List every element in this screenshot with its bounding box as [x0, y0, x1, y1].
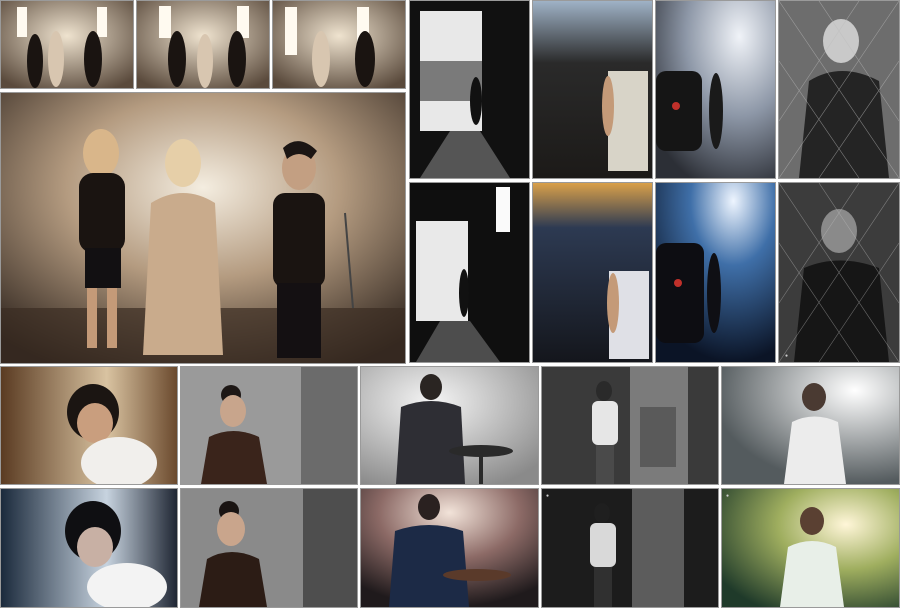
photo-portrait-ruffle-2-image	[1, 489, 177, 607]
photo-watermark: ●	[546, 493, 550, 499]
photo-street-bun-2-image	[181, 489, 357, 607]
photo-rooftop-2[interactable]	[532, 182, 653, 363]
photo-car-light-1-image	[656, 1, 775, 178]
photo-water-1-image	[722, 367, 899, 484]
photo-water-2[interactable]: ●	[721, 488, 900, 608]
photo-ruins-1-image	[542, 367, 718, 484]
photo-trio-2[interactable]	[136, 0, 270, 89]
photo-net-2-image	[779, 183, 899, 362]
photo-trio-large-image	[1, 93, 405, 363]
photo-street-bun-1[interactable]	[180, 366, 358, 485]
photo-doorway-2-image	[410, 183, 529, 362]
photo-ruins-1[interactable]	[541, 366, 719, 485]
photo-net-2[interactable]: ●	[778, 182, 900, 363]
photo-cafe-2-image	[361, 489, 538, 607]
photo-rooftop-1-image	[533, 1, 652, 178]
photo-portrait-ruffle-2[interactable]	[0, 488, 178, 608]
photo-watermark: ●	[785, 353, 789, 359]
photo-trio-1-image	[1, 1, 133, 88]
photo-car-light-2-image	[656, 183, 775, 362]
photo-ruins-2-image	[542, 489, 718, 607]
photo-doorway-1-image	[410, 1, 529, 178]
photo-rooftop-2-image	[533, 183, 652, 362]
photo-net-1[interactable]	[778, 0, 900, 179]
photo-rooftop-1[interactable]	[532, 0, 653, 179]
photo-street-bun-1-image	[181, 367, 357, 484]
photo-doorway-2[interactable]	[409, 182, 530, 363]
photo-portrait-ruffle-1-image	[1, 367, 177, 484]
photo-watermark: ●	[726, 493, 730, 499]
photo-car-light-2[interactable]	[655, 182, 776, 363]
photo-trio-3-image	[273, 1, 405, 88]
photo-car-light-1[interactable]	[655, 0, 776, 179]
photo-water-1[interactable]	[721, 366, 900, 485]
photo-ruins-2[interactable]: ●	[541, 488, 719, 608]
photo-portrait-ruffle-1[interactable]	[0, 366, 178, 485]
photo-cafe-1-image	[361, 367, 538, 484]
photo-cafe-2[interactable]	[360, 488, 539, 608]
photo-water-2-image	[722, 489, 899, 607]
photo-cafe-1[interactable]	[360, 366, 539, 485]
photo-street-bun-2[interactable]	[180, 488, 358, 608]
photo-net-1-image	[779, 1, 899, 178]
photo-trio-2-image	[137, 1, 269, 88]
photo-trio-3[interactable]	[272, 0, 406, 89]
photo-trio-1[interactable]	[0, 0, 134, 89]
photo-trio-large[interactable]	[0, 92, 406, 364]
photo-doorway-1[interactable]	[409, 0, 530, 179]
